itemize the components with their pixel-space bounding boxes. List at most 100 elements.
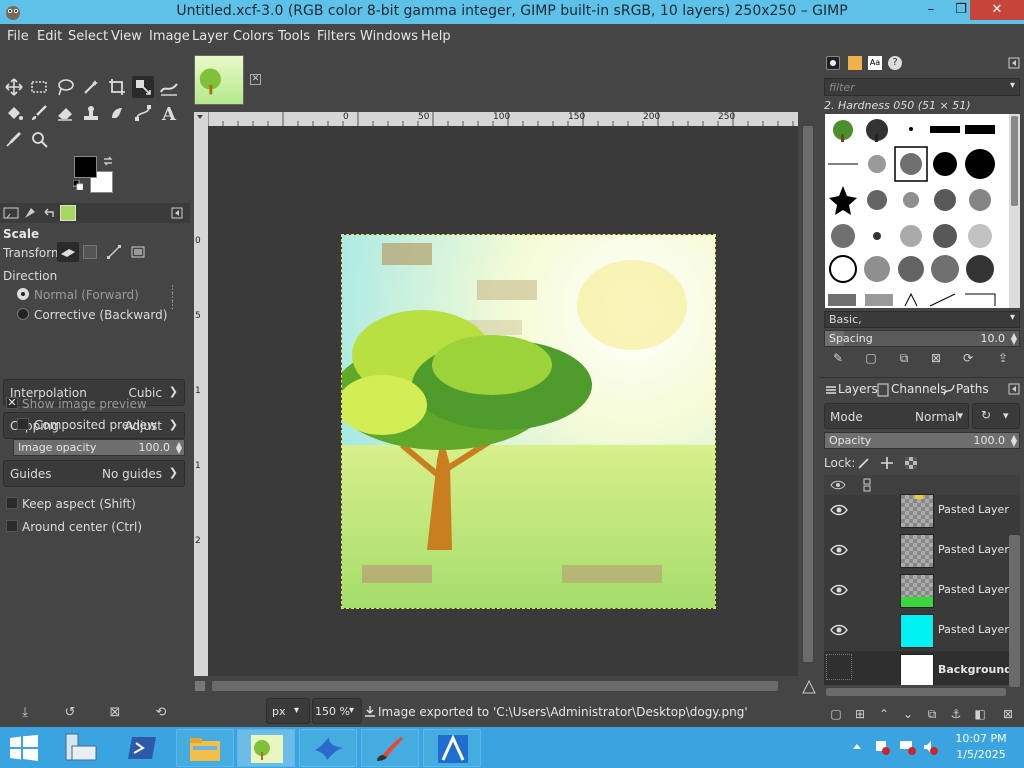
layer-row[interactable]: Pasted Layer [824, 491, 1020, 531]
swap-colors-icon[interactable] [102, 155, 114, 167]
vertical-scrollbar[interactable] [800, 112, 816, 682]
anchor-layer-icon[interactable]: ⚓ [948, 707, 964, 723]
menu-view[interactable]: View [111, 29, 142, 44]
layer-row[interactable]: Pasted Layer [824, 571, 1020, 611]
paintbrush-icon[interactable] [28, 102, 50, 124]
menu-colors[interactable]: Colors [233, 29, 274, 44]
menu-help[interactable]: Help [421, 29, 451, 44]
taskbar-clock[interactable]: 10:07 PM 1/5/2025 [944, 731, 1018, 763]
tool-options-tab-icon[interactable] [3, 206, 19, 220]
patterns-tab-icon[interactable] [848, 56, 862, 70]
configure-tab-icon[interactable] [171, 207, 183, 219]
tab-layers[interactable]: Layers [838, 382, 878, 396]
transform-image-button[interactable] [130, 244, 146, 260]
spacing-slider[interactable]: Spacing 10.0 ▲ ▼ [824, 330, 1020, 347]
move-tool-icon[interactable] [3, 76, 25, 98]
navigate-icon[interactable] [802, 680, 816, 694]
horizontal-ruler[interactable]: 0 50 100 150 200 250 [208, 112, 798, 126]
vertical-ruler[interactable]: 0 5 1 1 2 [194, 126, 208, 676]
configure-tab-icon[interactable] [1008, 57, 1020, 69]
brush-filter-input[interactable]: filter ▾ [824, 78, 1020, 96]
clone-stamp-icon[interactable] [80, 102, 102, 124]
tab-paths[interactable]: Paths [956, 382, 989, 396]
powershell-icon[interactable] [128, 735, 158, 761]
brush-tag-input[interactable]: Basic, ▾ [824, 311, 1020, 328]
text-tool-icon[interactable]: A [158, 102, 180, 125]
warp-transform-icon[interactable] [158, 76, 180, 98]
layer-mode-combo[interactable]: Mode Normal ▾ [824, 403, 969, 429]
zoom-tool-icon[interactable] [28, 128, 50, 150]
menu-edit[interactable]: Edit [37, 29, 62, 44]
undo-history-tab-icon[interactable] [41, 206, 57, 220]
brush-grid[interactable] [825, 114, 1015, 308]
layer-row[interactable]: Pasted Layer [824, 611, 1020, 651]
scroll-thumb[interactable] [212, 681, 778, 691]
eye-icon[interactable] [830, 582, 848, 598]
color-picker-icon[interactable] [3, 128, 25, 150]
tab-channels[interactable]: Channels [891, 382, 947, 396]
menu-tools[interactable]: Tools [278, 29, 310, 44]
rect-select-icon[interactable] [28, 76, 50, 98]
layer-opacity-slider[interactable]: Opacity 100.0 ▲ ▼ [824, 432, 1020, 449]
spin-arrows-icon[interactable]: ▲ ▼ [176, 441, 182, 455]
delete-preset-icon[interactable]: ⊠ [107, 705, 123, 721]
save-preset-icon[interactable]: ⤓ [17, 705, 33, 721]
menu-image[interactable]: Image [149, 29, 190, 44]
zoom-combo[interactable]: 150 % ▾ [312, 698, 362, 724]
taskbar-gimp[interactable] [237, 729, 295, 767]
lower-layer-icon[interactable]: ⌄ [900, 707, 916, 723]
brushes-tab-icon[interactable] [826, 56, 840, 70]
close-button[interactable]: ✕ [970, 0, 1024, 20]
raise-layer-icon[interactable]: ⌃ [876, 707, 892, 723]
direction-chain-icon[interactable]: ⋮ ⋮ ⋮ [168, 286, 177, 311]
edit-brush-icon[interactable]: ✎ [830, 351, 846, 367]
unit-combo[interactable]: px ▾ [266, 698, 310, 724]
transform-layer-button[interactable] [57, 242, 79, 262]
lasso-icon[interactable] [54, 76, 76, 98]
scroll-thumb[interactable] [803, 126, 813, 662]
scale-tool-icon[interactable] [132, 76, 154, 98]
server-manager-icon[interactable] [62, 732, 98, 764]
bucket-fill-icon[interactable] [3, 102, 25, 124]
direction-corrective-radio[interactable] [17, 308, 29, 320]
menu-windows[interactable]: Windows [360, 29, 418, 44]
action-center-icon[interactable] [874, 739, 890, 755]
smudge-icon[interactable] [106, 102, 128, 124]
show-preview-checkbox[interactable]: ✕ [6, 397, 18, 409]
direction-normal-radio[interactable] [17, 288, 29, 300]
images-tab-icon[interactable] [60, 205, 76, 221]
delete-brush-icon[interactable]: ⊠ [928, 351, 944, 367]
foreground-color-swatch[interactable] [74, 156, 97, 178]
eye-icon[interactable] [830, 542, 848, 558]
layers-tab-icon[interactable] [824, 383, 838, 397]
help-tab-icon[interactable]: ? [888, 56, 902, 70]
new-brush-icon[interactable]: ▢ [863, 351, 879, 367]
eye-icon[interactable] [830, 502, 848, 518]
lock-position-icon[interactable] [880, 456, 894, 470]
taskbar-krita[interactable] [361, 729, 419, 767]
image-tab-thumbnail[interactable] [194, 55, 244, 105]
keep-aspect-checkbox[interactable] [6, 497, 18, 509]
menu-filters[interactable]: Filters [317, 29, 356, 44]
paths-tab-icon[interactable] [942, 383, 956, 397]
around-center-checkbox[interactable] [6, 520, 18, 532]
canvas-image[interactable] [341, 234, 716, 609]
channels-tab-icon[interactable] [877, 383, 889, 397]
configure-tab-icon[interactable] [1008, 383, 1020, 395]
lock-pixels-icon[interactable] [857, 456, 871, 470]
reset-options-icon[interactable]: ⟲ [153, 705, 169, 721]
taskbar-explorer[interactable] [176, 729, 234, 767]
open-brush-as-image-icon[interactable]: ⇪ [995, 351, 1011, 367]
guides-combo[interactable]: Guides No guides ❯ [3, 460, 185, 487]
windows-start-icon[interactable] [10, 735, 38, 761]
layers-list[interactable]: Pasted Layer Pasted Layer Pasted Layer P… [824, 475, 1020, 685]
mode-reset-combo[interactable]: ↻ ▾ [972, 403, 1020, 429]
fonts-tab-icon[interactable]: Aa [868, 56, 882, 70]
visibility-toggle-off[interactable] [826, 654, 852, 680]
layer-row[interactable]: Pasted Layer [824, 531, 1020, 571]
lock-alpha-icon[interactable] [904, 456, 918, 470]
duplicate-layer-icon[interactable]: ⧉ [924, 707, 940, 723]
layer-row[interactable]: Background [824, 651, 1020, 685]
menu-select[interactable]: Select [68, 29, 108, 44]
nav-toggle-icon[interactable] [194, 680, 206, 692]
